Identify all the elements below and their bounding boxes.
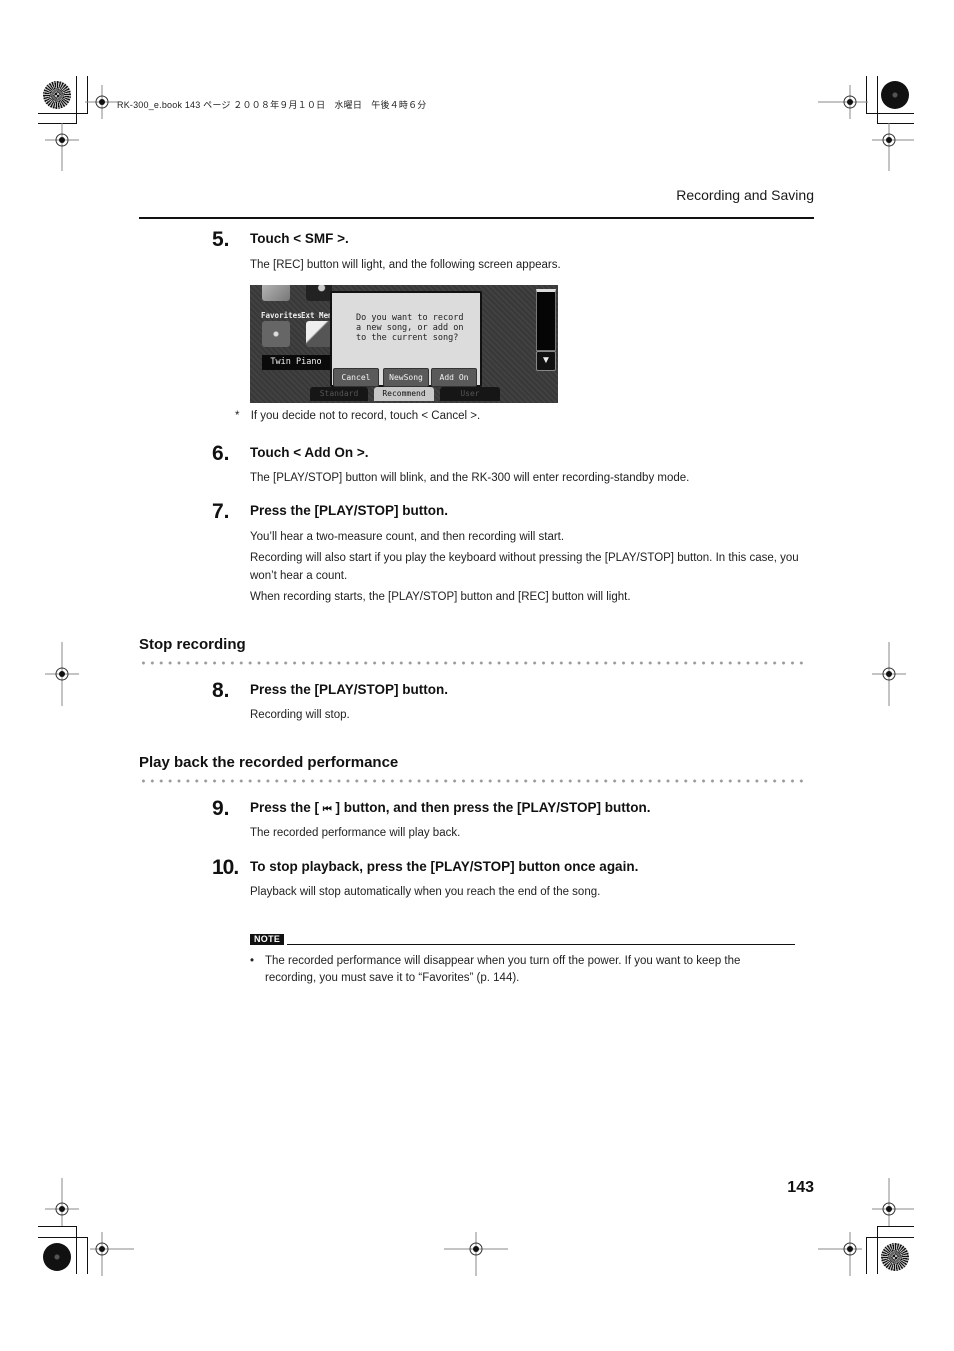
- crop-line: [87, 1237, 88, 1274]
- page-number: 143: [787, 1179, 814, 1196]
- crop-line: [866, 1237, 867, 1274]
- note-badge: NOTE: [250, 934, 285, 945]
- note-text: The recorded performance will disappear …: [265, 955, 741, 984]
- crosshair-mark-icon: [85, 85, 119, 119]
- print-metadata: RK-300_e.book 143 ページ ２００８年９月１０日 水曜日 午後４…: [117, 100, 427, 110]
- step-body: Playback will stop automatically when yo…: [250, 886, 601, 898]
- step-title-pre: Press the [: [250, 800, 323, 815]
- crop-line: [38, 113, 87, 114]
- step-number: 8.: [212, 679, 230, 702]
- step-title: Press the [ ⏮ ] button, and then press t…: [250, 800, 651, 815]
- crosshair-mark-icon: [444, 1232, 508, 1276]
- dialog-newsong-button: NewSong: [383, 368, 429, 387]
- tile-image: [262, 285, 290, 301]
- step-title-post: ] button, and then press the [PLAY/STOP]…: [331, 800, 651, 815]
- crosshair-mark-icon: [45, 1178, 79, 1226]
- step-body: The [PLAY/STOP] button will blink, and t…: [250, 472, 690, 484]
- sparkle-icon: [262, 321, 290, 347]
- crop-line: [877, 1226, 878, 1274]
- registration-target-icon: [881, 1243, 909, 1271]
- crop-line: [76, 1226, 77, 1274]
- step-body: Recording will stop.: [250, 709, 350, 721]
- step-title: Touch < Add On >.: [250, 445, 369, 460]
- registration-target-icon: [43, 81, 71, 109]
- dotted-divider: [139, 779, 805, 783]
- running-head: Recording and Saving: [676, 187, 814, 203]
- dialog-add-on-button: Add On: [431, 368, 477, 387]
- step-number: 9.: [212, 797, 230, 820]
- tab-recommend: Recommend: [374, 387, 434, 401]
- bullet-icon: •: [250, 955, 255, 967]
- crop-line: [866, 1237, 914, 1238]
- step-title: Touch < SMF >.: [250, 231, 349, 246]
- footnote: * If you decide not to record, touch < C…: [235, 410, 480, 422]
- crop-line: [877, 1226, 914, 1227]
- step-body: The recorded performance will play back.: [250, 827, 461, 839]
- scroll-down-icon: ▼: [536, 351, 556, 371]
- tile-label-favorites: Favorites: [261, 311, 302, 320]
- crosshair-mark-icon: [818, 1232, 862, 1276]
- step-title: Press the [PLAY/STOP] button.: [250, 682, 449, 697]
- tab-user: User: [440, 387, 500, 401]
- step-title: To stop playback, press the [PLAY/STOP] …: [250, 859, 639, 874]
- dialog-message: Do you want to record a new song, or add…: [356, 313, 464, 343]
- disc-icon: [306, 285, 332, 301]
- crosshair-mark-icon: [872, 123, 914, 171]
- crosshair-mark-icon: [45, 123, 79, 171]
- step-body: You’ll hear a two-measure count, and the…: [250, 531, 565, 543]
- header-rule: [139, 217, 814, 219]
- step-body: The [REC] button will light, and the fol…: [250, 259, 561, 271]
- crosshair-mark-icon: [872, 642, 906, 706]
- crop-line: [38, 1226, 76, 1227]
- crop-line: [866, 113, 914, 114]
- usb-memory-icon: [306, 321, 332, 347]
- registration-target-icon: [881, 81, 909, 109]
- step-body: When recording starts, the [PLAY/STOP] b…: [250, 591, 631, 603]
- dialog-cancel-button: Cancel: [333, 368, 379, 387]
- note-item: • The recorded performance will disappea…: [250, 953, 790, 987]
- tab-standard: Standard: [310, 387, 368, 401]
- footnote-mark: *: [235, 410, 240, 422]
- tone-name-display: Twin Piano: [262, 355, 330, 370]
- rewind-to-start-icon: ⏮: [322, 804, 332, 815]
- scrollbar: [536, 289, 556, 351]
- crosshair-mark-icon: [818, 85, 868, 119]
- section-heading-play-back: Play back the recorded performance: [139, 754, 399, 771]
- crop-line: [38, 1237, 87, 1238]
- crop-line: [877, 76, 878, 124]
- footnote-text: If you decide not to record, touch < Can…: [250, 410, 481, 422]
- device-screen-screenshot: Favorites Ext Memo Twin Piano Do you wan…: [250, 285, 558, 403]
- crosshair-mark-icon: [872, 1178, 914, 1226]
- crosshair-mark-icon: [90, 1232, 134, 1276]
- dotted-divider: [139, 661, 805, 665]
- step-number: 10.: [212, 856, 239, 879]
- step-number: 5.: [212, 228, 230, 251]
- step-body: Recording will also start if you play th…: [250, 552, 799, 582]
- note-rule: [287, 944, 795, 945]
- crosshair-mark-icon: [45, 642, 79, 706]
- registration-target-icon: [43, 1243, 71, 1271]
- crop-line: [76, 76, 77, 124]
- step-number: 6.: [212, 442, 230, 465]
- section-heading-stop-recording: Stop recording: [139, 636, 246, 653]
- step-title: Press the [PLAY/STOP] button.: [250, 503, 449, 518]
- step-number: 7.: [212, 500, 230, 523]
- record-dialog: Do you want to record a new song, or add…: [330, 291, 482, 387]
